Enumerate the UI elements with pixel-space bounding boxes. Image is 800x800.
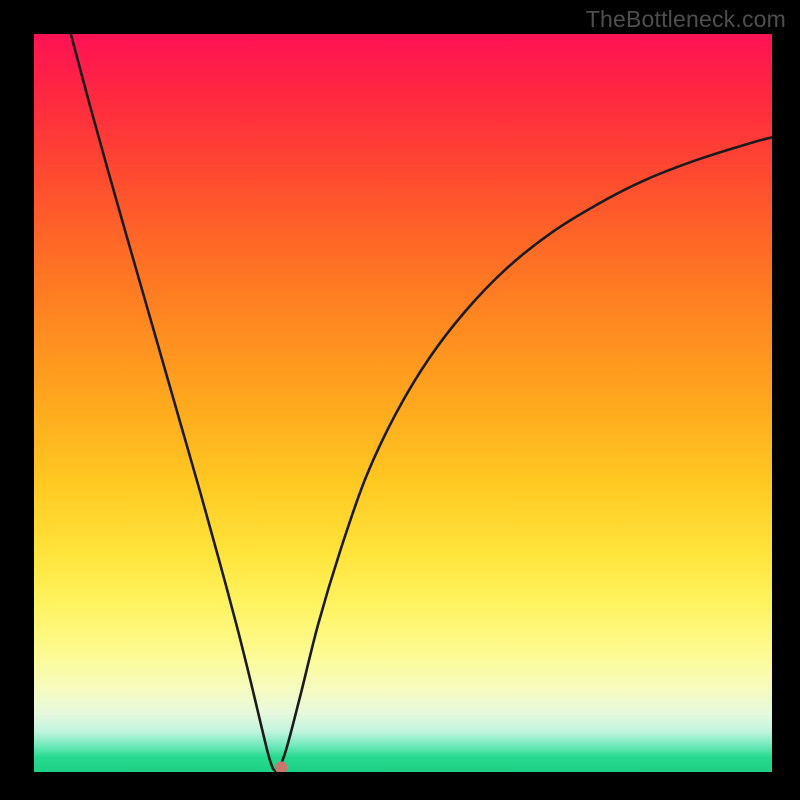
min-point-marker [275,761,287,772]
plot-area [34,34,772,772]
watermark-label: TheBottleneck.com [586,6,786,33]
chart-stage: TheBottleneck.com [0,0,800,800]
curve-svg [34,34,772,772]
chart-curve [71,34,772,771]
